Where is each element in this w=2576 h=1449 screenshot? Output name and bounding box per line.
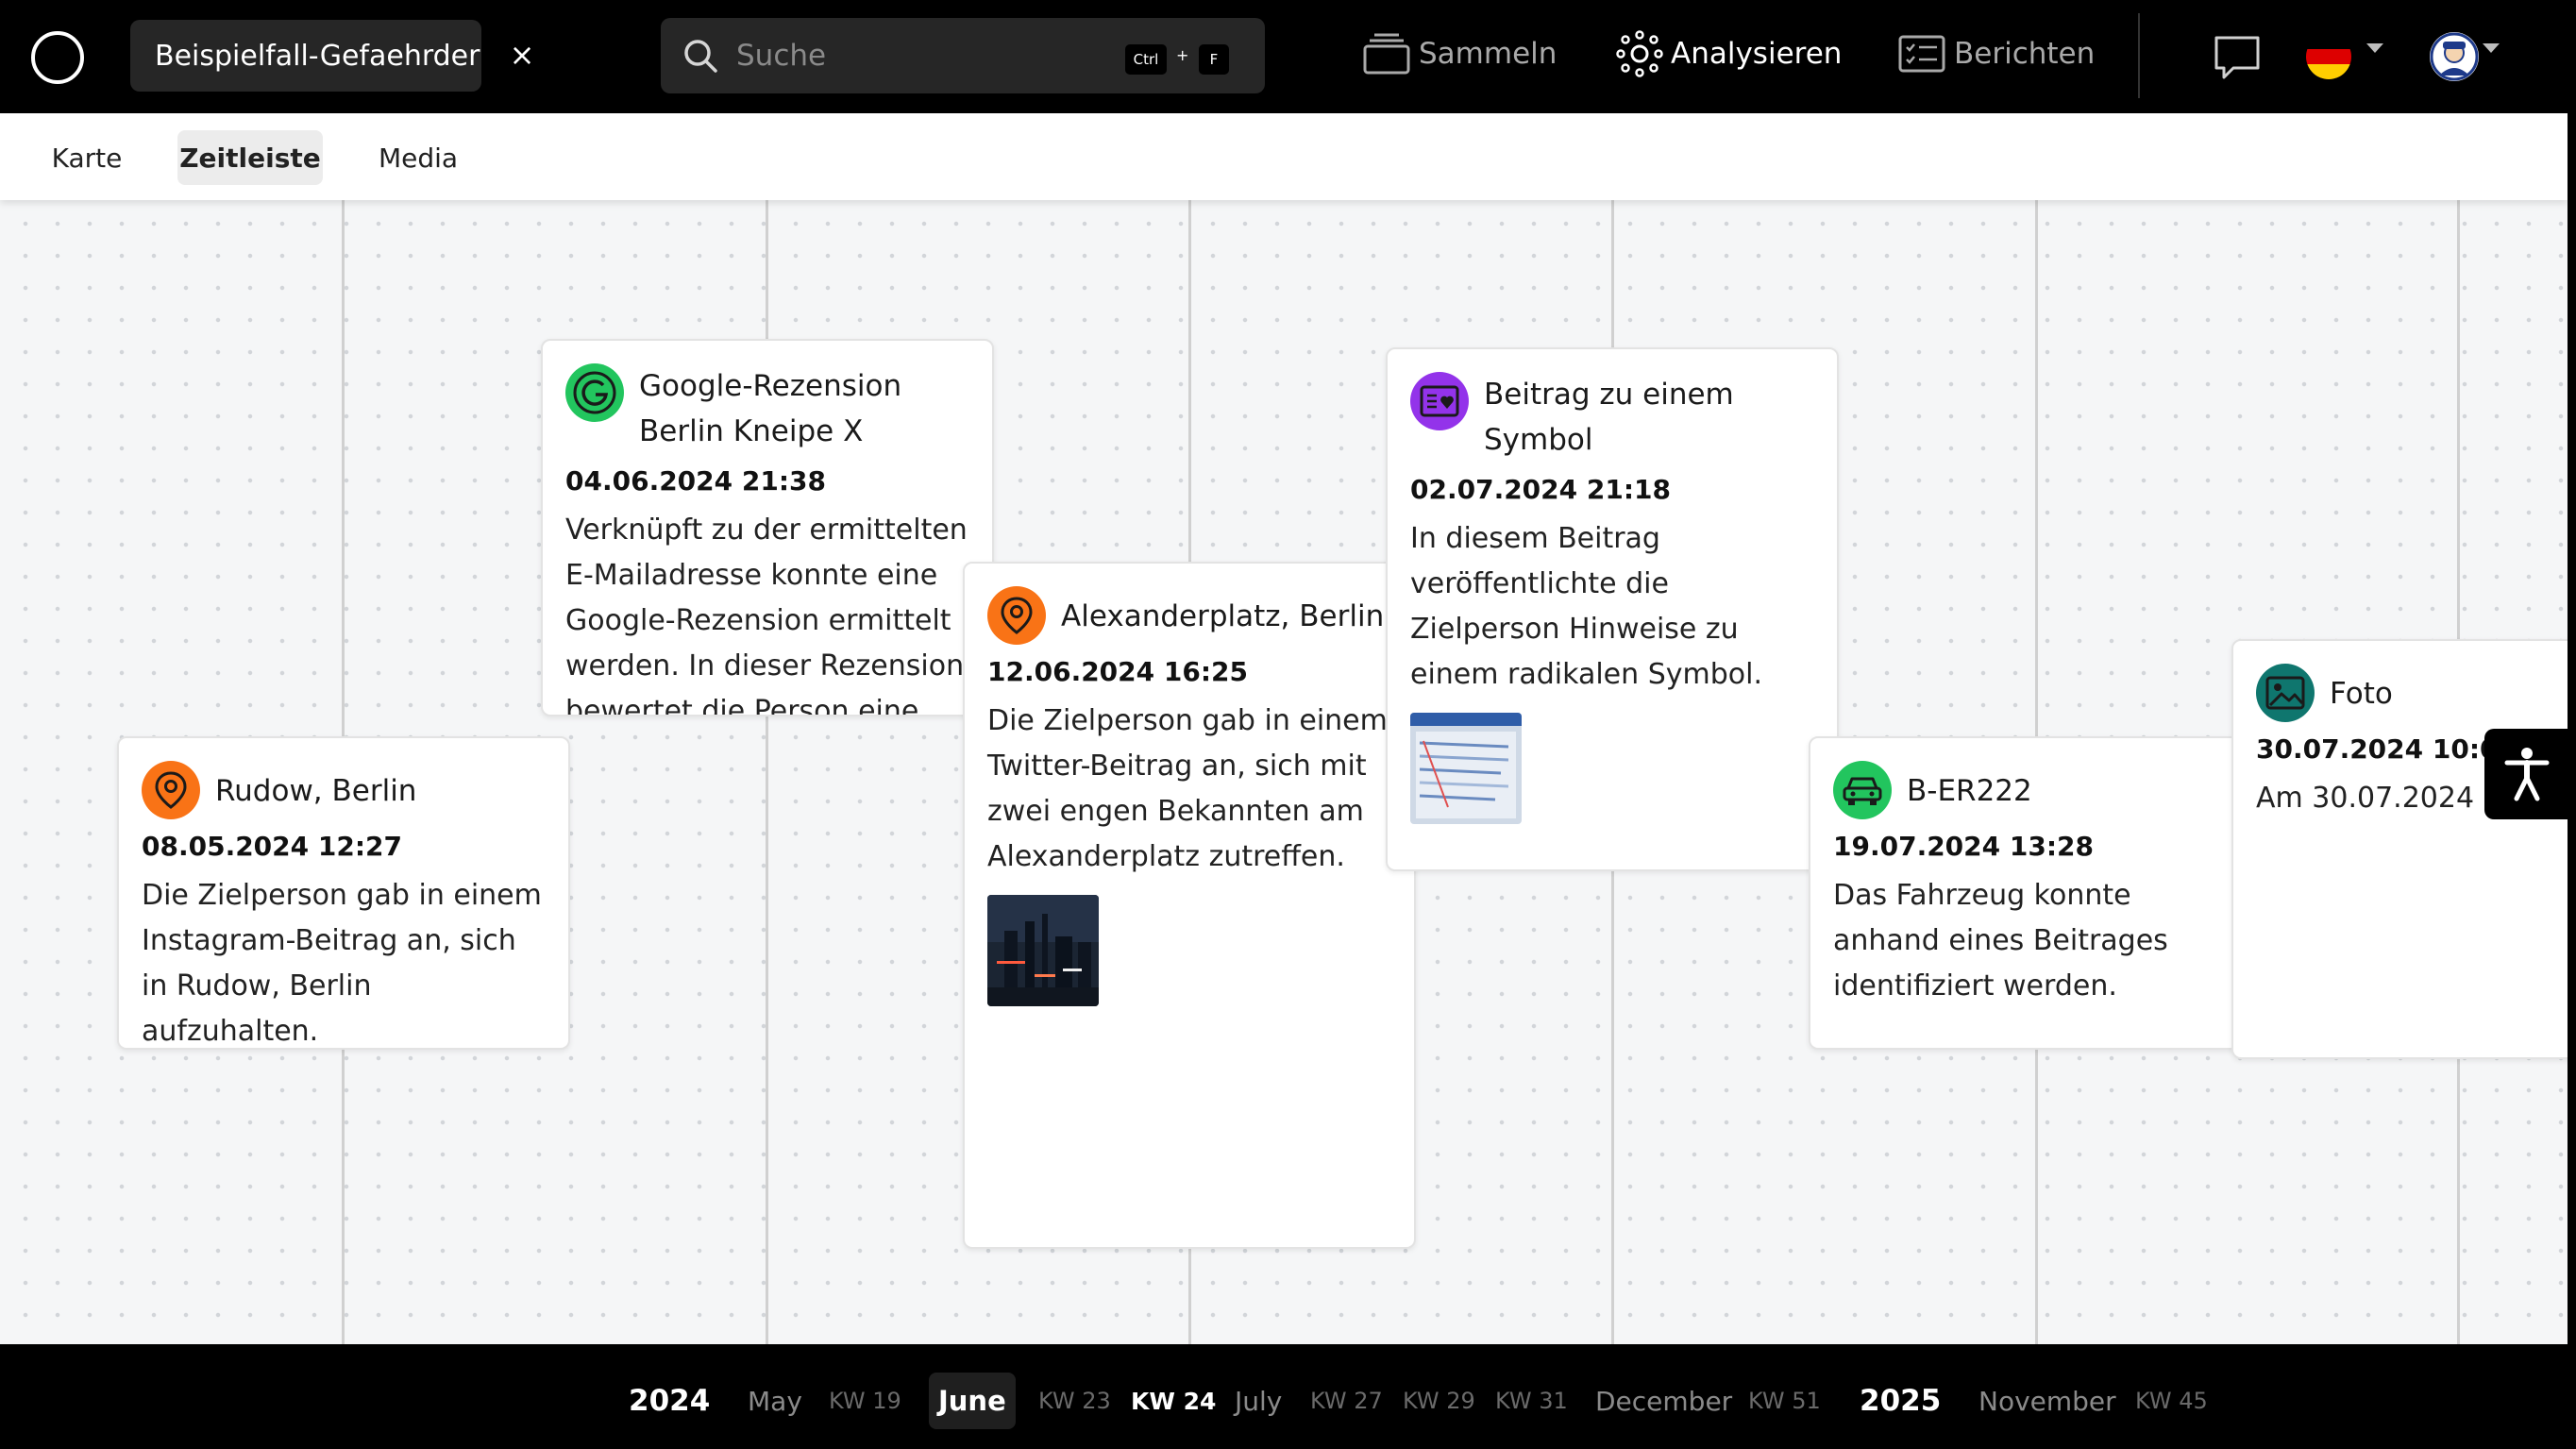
scale-month-november[interactable]: November [1978,1373,2116,1429]
header-divider [2138,13,2140,98]
flag-de-icon[interactable] [2306,34,2351,79]
card-date: 08.05.2024 12:27 [142,831,403,862]
scale-year-2024[interactable]: 2024 [629,1373,710,1429]
nav-sammeln-label: Sammeln [1419,37,1557,71]
nav-sammeln[interactable]: Sammeln [1362,28,1557,79]
nav-analysieren-label: Analysieren [1671,37,1843,71]
nav-berichten-label: Berichten [1954,37,2096,71]
timeline-card-alexanderplatz[interactable]: Alexanderplatz, Berlin 12.06.2024 16:25 … [963,562,1416,1249]
user-menu-caret-icon[interactable] [2483,43,2500,53]
card-title: Foto [2330,677,2393,711]
card-date: 12.06.2024 16:25 [987,656,1249,687]
card-title: B-ER222 [1907,774,2032,808]
timeline-card-google-review[interactable]: Google-Rezension Berlin Kneipe X 04.06.2… [541,339,994,716]
post-heart-icon [1410,372,1469,430]
timeline-card-photo[interactable]: Foto 30.07.2024 10:09 Am 30.07.2024 ermi… [2231,639,2568,1059]
tab-zeitleiste[interactable]: Zeitleiste [177,130,323,185]
scale-month-july[interactable]: July [1235,1373,1282,1429]
card-description: Die Zielperson gab in einem Instagram-Be… [142,879,542,1048]
search-input[interactable] [736,35,1095,76]
card-date: 19.07.2024 13:28 [1833,831,2095,862]
search-icon [684,40,717,73]
shortcut-ctrl-key: Ctrl [1125,44,1167,75]
image-icon [2256,664,2315,722]
timeline-card-rudow[interactable]: Rudow, Berlin 08.05.2024 12:27 Die Zielp… [117,736,570,1050]
timeline-scale-bar[interactable]: 2024 May KW 19 June KW 23 KW 24 July KW … [0,1344,2568,1449]
top-header: Beispielfall-Gefaehrder × Ctrl + F Samme… [0,0,2576,113]
scale-kw-23[interactable]: KW 23 [1038,1373,1111,1429]
card-description: In diesem Beitrag veröffentlichte die Zi… [1410,522,1762,691]
scale-year-2025[interactable]: 2025 [1860,1373,1941,1429]
timeline-canvas[interactable]: Rudow, Berlin 08.05.2024 12:27 Die Zielp… [0,200,2568,1344]
card-date: 02.07.2024 21:18 [1410,474,1672,505]
scale-kw-51[interactable]: KW 51 [1748,1373,1821,1429]
logo-circle-icon[interactable] [31,31,84,84]
network-icon [1616,30,1663,77]
shortcut-plus: + [1176,46,1189,64]
case-chip[interactable]: Beispielfall-Gefaehrder [130,20,481,92]
scale-kw-45[interactable]: KW 45 [2135,1373,2208,1429]
card-title: Alexanderplatz, Berlin [1061,599,1385,633]
scale-kw-19[interactable]: KW 19 [829,1373,901,1429]
language-caret-icon[interactable] [2366,43,2383,53]
shortcut-f-key: F [1199,44,1229,75]
car-icon [1833,761,1892,819]
card-title: Beitrag zu einem Symbol [1484,378,1734,457]
location-pin-icon [987,586,1046,645]
search-box[interactable]: Ctrl + F [661,18,1265,93]
close-case-button[interactable]: × [508,38,536,72]
tab-karte[interactable]: Karte [40,130,134,185]
night-city-thumbnail[interactable] [987,895,1099,1006]
scale-month-june-selected[interactable]: June [929,1373,1016,1429]
chat-icon[interactable] [2213,34,2262,81]
scale-kw-31[interactable]: KW 31 [1495,1373,1568,1429]
card-title: Google-Rezension Berlin Kneipe X [639,369,902,448]
nav-analysieren[interactable]: Analysieren [1616,28,1842,79]
location-pin-icon [142,761,200,819]
tab-media[interactable]: Media [366,130,470,185]
view-tabs: Karte Zeitleiste Media [0,113,2568,200]
case-name: Beispielfall-Gefaehrder [155,39,480,73]
card-title: Rudow, Berlin [215,774,417,808]
scale-kw-24-active[interactable]: KW 24 [1131,1373,1216,1429]
card-date: 04.06.2024 21:38 [565,465,827,497]
user-avatar-icon[interactable] [2430,32,2479,81]
accessibility-button[interactable] [2484,729,2568,819]
scale-month-may[interactable]: May [748,1373,802,1429]
timeline-card-symbol-post[interactable]: Beitrag zu einem Symbol 02.07.2024 21:18… [1386,347,1839,871]
scale-kw-29[interactable]: KW 29 [1403,1373,1475,1429]
report-icon [1898,35,1945,73]
card-description: Das Fahrzeug konnte anhand eines Beitrag… [1833,879,2168,1003]
google-g-icon [565,363,624,422]
card-description: Verknüpft zu der ermittelten E-Mailadres… [565,514,968,716]
timeline-card-vehicle[interactable]: B-ER222 19.07.2024 13:28 Das Fahrzeug ko… [1809,736,2262,1050]
document-thumbnail[interactable] [1410,713,1522,824]
scale-kw-27[interactable]: KW 27 [1310,1373,1383,1429]
scale-month-december[interactable]: December [1595,1373,1732,1429]
window-edge [2568,0,2576,1449]
card-description: Die Zielperson gab in einem Twitter-Beit… [987,704,1388,873]
accessibility-icon [2504,748,2550,801]
stack-icon [1363,33,1410,75]
nav-berichten[interactable]: Berichten [1897,28,2095,79]
